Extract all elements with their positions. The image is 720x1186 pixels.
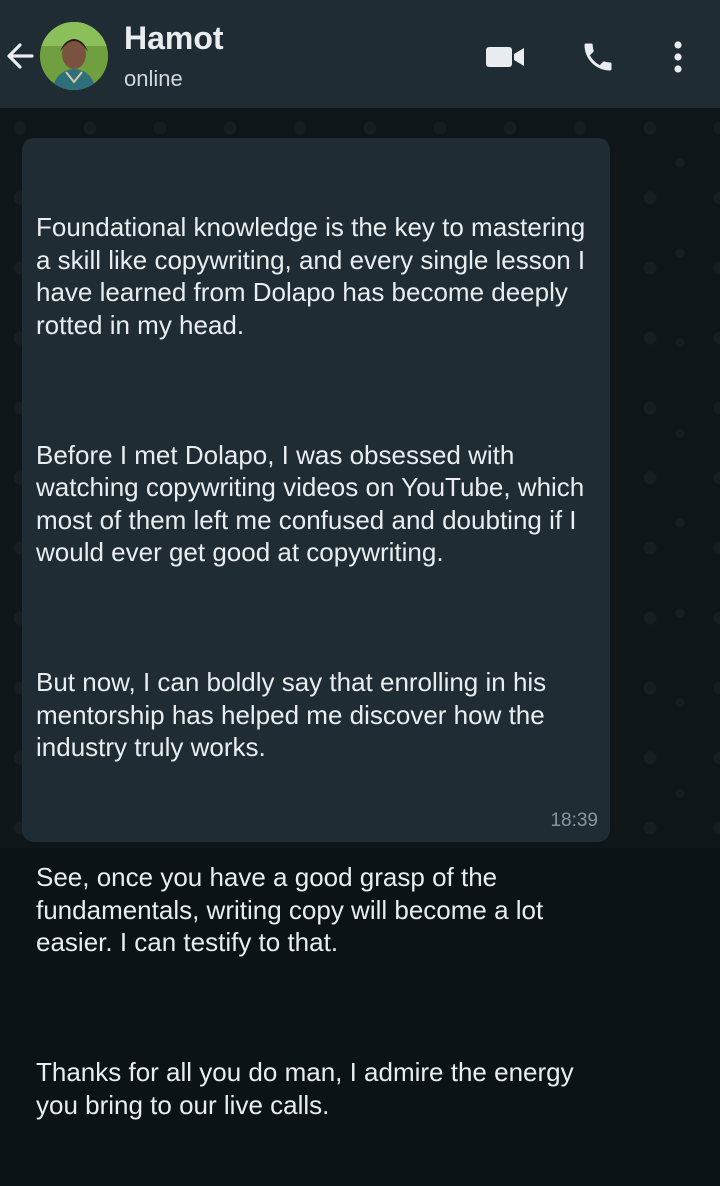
message-paragraph: But now, I can boldly say that enrolling… [36,667,554,762]
message-paragraph: Foundational knowledge is the key to mas… [36,212,593,340]
voice-call-button[interactable] [578,38,618,76]
message-paragraph: Before I met Dolapo, I was obsessed with… [36,439,592,568]
contact-photo [40,22,108,90]
chat-header: Hamot online [0,0,720,108]
phone-icon [584,43,612,71]
video-call-button[interactable] [484,38,526,76]
more-vertical-icon [674,41,682,73]
message-paragraph: See, once you have a good grasp of the f… [36,862,551,957]
message-paragraph: Thanks for all you do man, I admire the … [36,1057,581,1120]
more-options-button[interactable] [664,38,692,76]
contact-name[interactable]: Hamot [124,20,224,57]
arrow-left-icon [7,43,34,69]
avatar[interactable] [40,22,108,90]
message-timestamp: 18:39 [550,810,598,831]
contact-status: online [124,66,183,91]
back-button[interactable] [2,36,38,76]
video-camera-icon [486,47,524,67]
message-text: Foundational knowledge is the key to mas… [36,146,596,1186]
message-bubble[interactable]: Foundational knowledge is the key to mas… [22,138,610,1120]
